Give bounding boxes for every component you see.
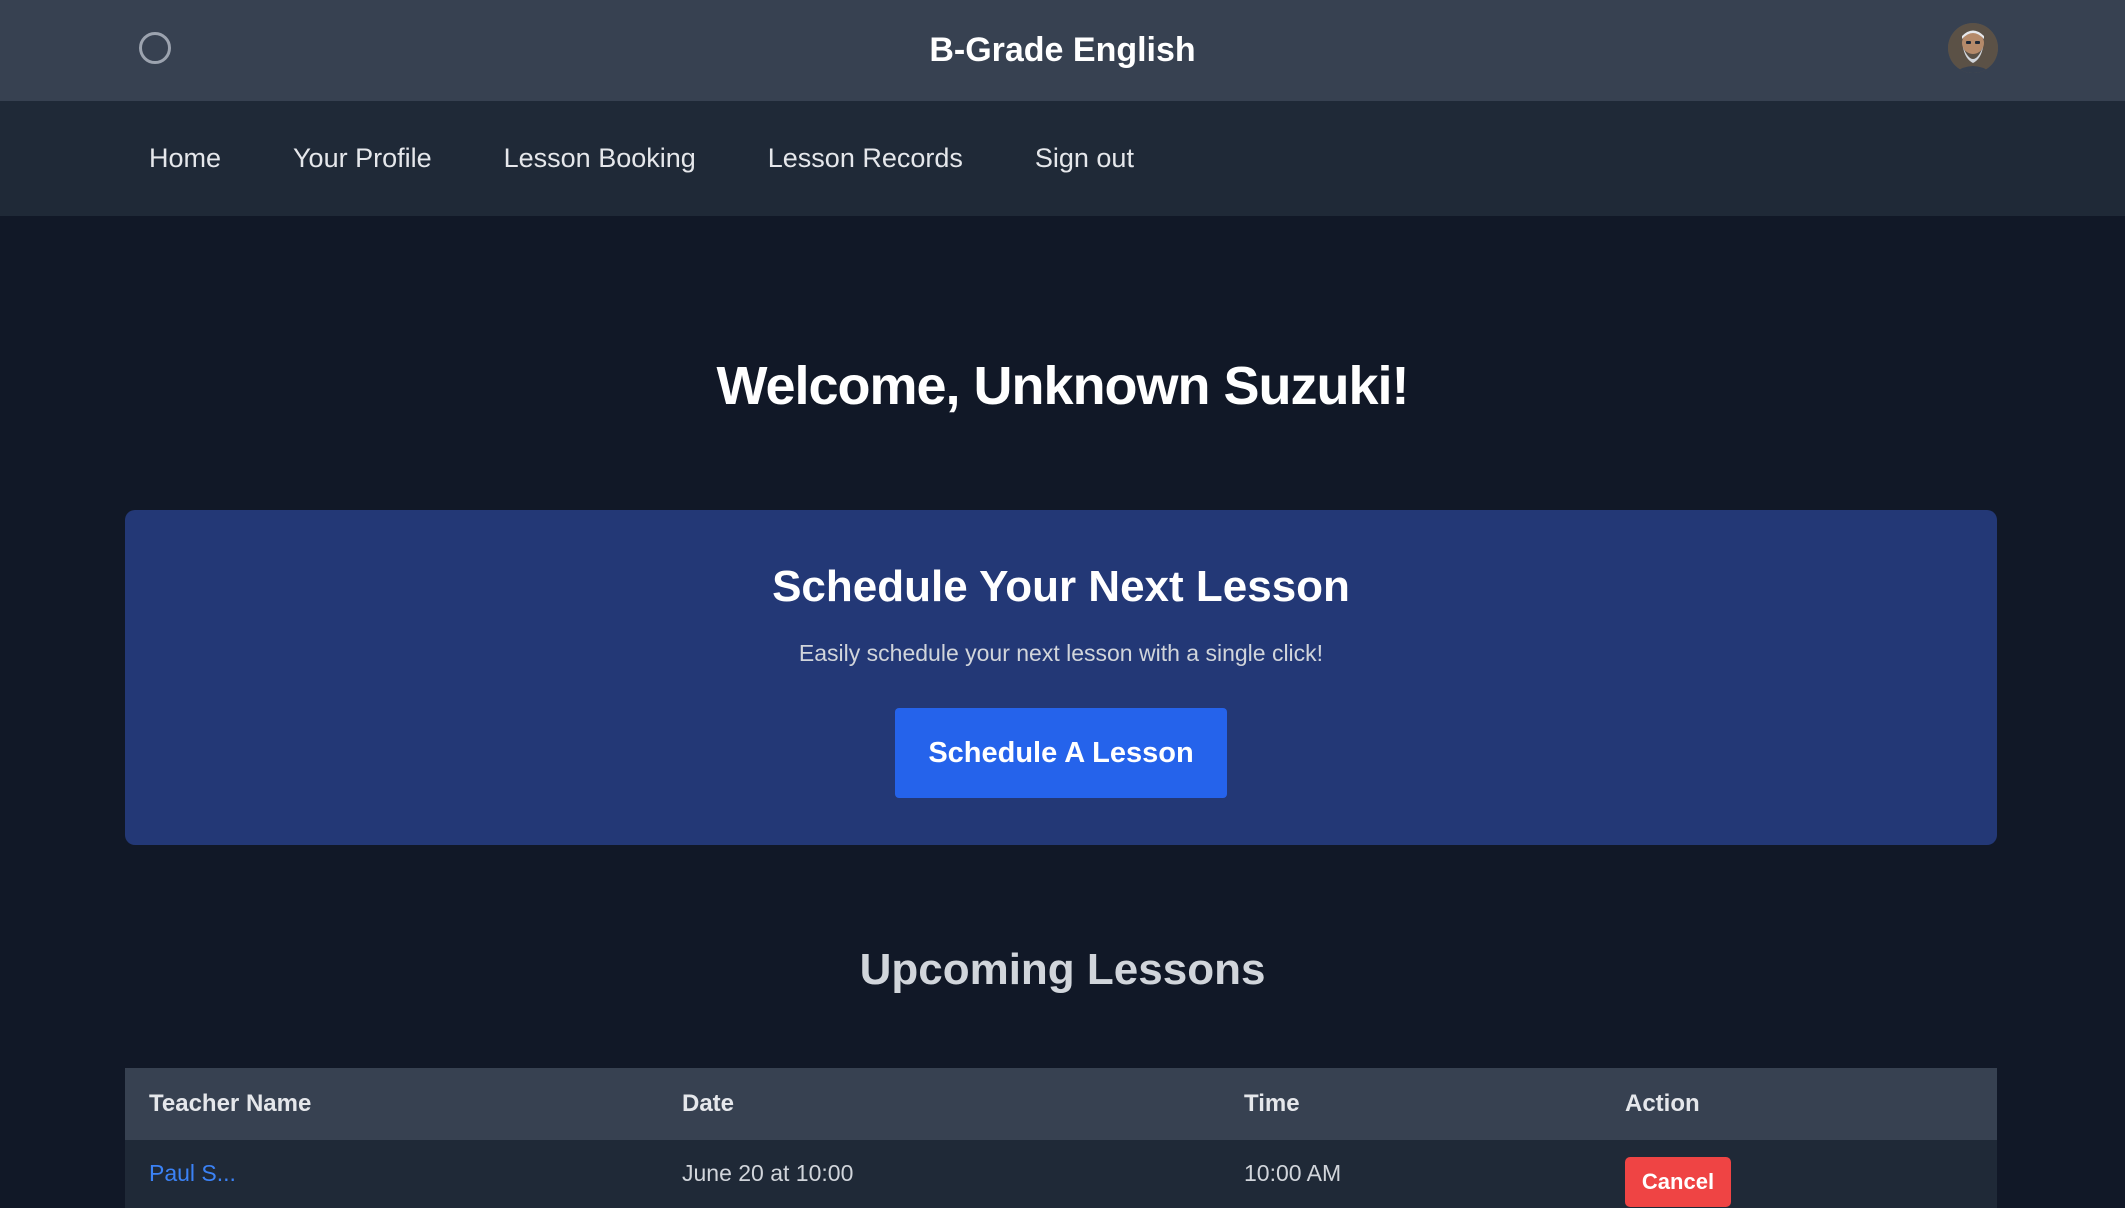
circle-icon[interactable] bbox=[139, 32, 171, 64]
brand-title: B-Grade English bbox=[929, 31, 1196, 69]
lesson-date: June 20 at 10:00 bbox=[682, 1160, 854, 1186]
main-nav: Home Your Profile Lesson Booking Lesson … bbox=[0, 101, 2125, 216]
column-header-teacher-name: Teacher Name bbox=[149, 1090, 312, 1117]
column-header-date: Date bbox=[682, 1090, 735, 1117]
welcome-heading: Welcome, Unknown Suzuki! bbox=[716, 356, 1409, 416]
nav-item-your-profile[interactable]: Your Profile bbox=[293, 143, 432, 174]
schedule-card: Schedule Your Next Lesson Easily schedul… bbox=[125, 510, 1997, 845]
table-row: Paul S... June 20 at 10:00 10:00 AM Canc… bbox=[125, 1140, 1997, 1208]
top-header: B-Grade English bbox=[0, 0, 2125, 101]
nav-list: Home Your Profile Lesson Booking Lesson … bbox=[149, 101, 1206, 216]
user-avatar-icon bbox=[1948, 23, 1998, 73]
upcoming-lessons-heading: Upcoming Lessons bbox=[859, 945, 1266, 994]
lesson-time: 10:00 AM bbox=[1244, 1160, 1342, 1186]
teacher-name-link[interactable]: Paul S... bbox=[149, 1160, 236, 1187]
schedule-card-subtitle: Easily schedule your next lesson with a … bbox=[798, 640, 1324, 666]
avatar[interactable] bbox=[1948, 23, 1998, 73]
schedule-lesson-button[interactable]: Schedule A Lesson bbox=[895, 708, 1227, 798]
nav-item-home[interactable]: Home bbox=[149, 143, 221, 174]
cancel-lesson-button[interactable]: Cancel bbox=[1625, 1157, 1731, 1207]
schedule-card-title: Schedule Your Next Lesson bbox=[772, 562, 1350, 611]
table-header: Teacher Name Date Time Action bbox=[125, 1068, 1997, 1140]
column-header-time: Time bbox=[1244, 1090, 1300, 1117]
column-header-action: Action bbox=[1625, 1090, 1700, 1117]
nav-item-lesson-booking[interactable]: Lesson Booking bbox=[504, 143, 696, 174]
nav-item-sign-out[interactable]: Sign out bbox=[1035, 143, 1134, 174]
upcoming-lessons-table: Teacher Name Date Time Action Paul S... … bbox=[125, 1068, 1997, 1208]
nav-item-lesson-records[interactable]: Lesson Records bbox=[768, 143, 963, 174]
